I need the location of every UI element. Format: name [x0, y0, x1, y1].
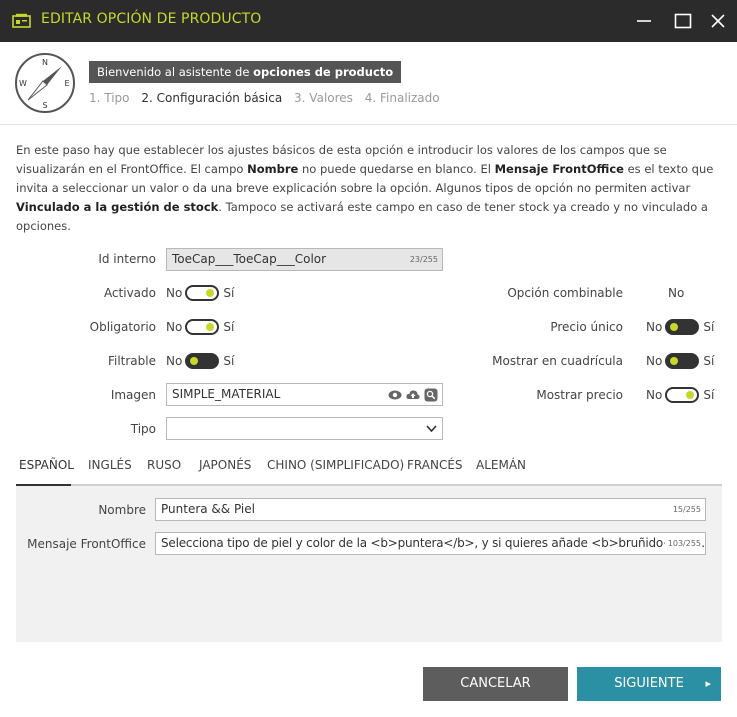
maximize-icon[interactable]: [673, 11, 693, 31]
compass-w: W: [19, 79, 27, 88]
language-tabs: ESPAÑOL INGLÉS RUSO JAPONÉS CHINO (SIMPL…: [16, 456, 722, 492]
tab-ingles[interactable]: INGLÉS: [88, 458, 132, 472]
tab-japones[interactable]: JAPONÉS: [199, 458, 251, 472]
title-bar: EDITAR OPCIÓN DE PRODUCTO: [0, 0, 737, 42]
chevron-down-icon: [426, 425, 437, 433]
tab-ruso[interactable]: RUSO: [147, 458, 181, 472]
minimize-icon[interactable]: [634, 11, 654, 31]
filtrable-label: Filtrable: [107, 354, 156, 368]
precio-unico-toggle[interactable]: [665, 319, 700, 335]
window-title: EDITAR OPCIÓN DE PRODUCTO: [41, 11, 262, 27]
activado-toggle-group: No Sí: [166, 285, 235, 301]
nombre-label: Nombre: [98, 503, 146, 517]
eye-icon[interactable]: [388, 389, 402, 401]
filtrable-toggle-group: No Sí: [166, 353, 235, 369]
mensaje-frontoffice-label: Mensaje FrontOffice: [27, 537, 146, 551]
precio-unico-label: Precio único: [550, 320, 623, 334]
next-button[interactable]: SIGUIENTE ▸: [577, 667, 721, 701]
mostrar-cuadricula-toggle[interactable]: [665, 353, 700, 369]
step-finalizado: 4. Finalizado: [364, 91, 440, 105]
chevron-right-icon: ▸: [705, 677, 711, 690]
step-tipo: 1. Tipo: [89, 91, 130, 105]
mostrar-precio-label: Mostrar precio: [536, 388, 623, 402]
mensaje-counter: 103/255: [664, 533, 701, 554]
tab-aleman[interactable]: ALEMÁN: [476, 458, 526, 472]
step-description: En este paso hay que establecer los ajus…: [16, 143, 714, 233]
opcion-combinable-value: No: [668, 286, 685, 300]
activado-label: Activado: [103, 286, 156, 300]
cancel-button[interactable]: CANCELAR: [423, 667, 568, 701]
filtrable-toggle[interactable]: [185, 353, 220, 369]
tipo-select[interactable]: [166, 417, 443, 440]
compass-icon: N S E W: [15, 53, 75, 113]
nombre-input[interactable]: Puntera && Piel 15/255: [155, 498, 706, 521]
step-configuracion-basica: 2. Configuración básica: [141, 91, 283, 105]
nombre-counter: 15/255: [672, 505, 701, 514]
welcome-banner: Bienvenido al asistente de opciones de p…: [89, 61, 402, 83]
mostrar-cuadricula-label: Mostrar en cuadrícula: [492, 354, 623, 368]
wizard-header: N S E W Bienvenido al asistente de opcio…: [0, 42, 737, 125]
obligatorio-label: Obligatorio: [89, 320, 156, 334]
close-icon[interactable]: [708, 11, 728, 31]
compass-n: N: [42, 58, 48, 67]
mostrar-precio-toggle-group: No Sí: [646, 387, 715, 403]
tab-espanol[interactable]: ESPAÑOL: [19, 458, 74, 472]
step-valores: 3. Valores: [294, 91, 353, 105]
opcion-combinable-label: Opción combinable: [507, 286, 623, 300]
precio-unico-toggle-group: No Sí: [646, 319, 715, 335]
imagen-label: Imagen: [110, 388, 156, 402]
search-icon[interactable]: [424, 388, 438, 402]
id-interno-counter: 23/255: [409, 255, 438, 264]
tab-chino-simplificado[interactable]: CHINO (SIMPLIFICADO): [267, 458, 404, 472]
mostrar-cuadricula-toggle-group: No Sí: [646, 353, 715, 369]
wizard-steps: 1. Tipo 2. Configuración básica 3. Valor…: [89, 91, 448, 105]
activado-toggle[interactable]: [185, 285, 220, 301]
obligatorio-toggle-group: No Sí: [166, 319, 235, 335]
cloud-upload-icon[interactable]: [406, 389, 420, 401]
mensaje-frontoffice-input[interactable]: Selecciona tipo de piel y color de la <b…: [155, 532, 706, 555]
mostrar-precio-toggle[interactable]: [665, 387, 700, 403]
tab-frances[interactable]: FRANCÉS: [407, 458, 463, 472]
compass-s: S: [42, 101, 47, 110]
id-interno-label: Id interno: [98, 252, 156, 266]
id-interno-input[interactable]: ToeCap___ToeCap___Color 23/255: [166, 248, 443, 271]
tipo-label: Tipo: [130, 422, 156, 436]
app-logo-icon: [12, 13, 31, 28]
obligatorio-toggle[interactable]: [185, 319, 220, 335]
compass-e: E: [64, 79, 69, 88]
